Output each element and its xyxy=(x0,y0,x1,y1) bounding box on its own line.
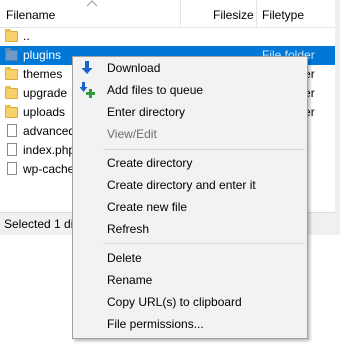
menu-item-delete[interactable]: Delete xyxy=(73,247,307,269)
menu-item-label: File permissions... xyxy=(107,317,204,331)
menu-item-create-new-file[interactable]: Create new file xyxy=(73,196,307,218)
column-header: Filename Filesize Filetype xyxy=(0,0,335,28)
folder-icon xyxy=(5,48,19,62)
menu-item-label: Download xyxy=(107,61,161,75)
menu-item-label: Refresh xyxy=(107,222,150,236)
menu-item-label: Enter directory xyxy=(107,105,186,119)
column-filetype[interactable]: Filetype xyxy=(262,0,304,27)
remote-file-pane: Filename Filesize Filetype .. plugins Fi… xyxy=(0,0,340,346)
download-arrow-icon xyxy=(81,61,93,74)
menu-item-label: Create new file xyxy=(107,200,188,214)
file-name: index.php xyxy=(23,143,76,157)
column-divider[interactable] xyxy=(256,0,257,27)
file-name: upgrade xyxy=(23,86,68,100)
column-divider[interactable] xyxy=(180,0,181,27)
menu-item-label: Delete xyxy=(107,251,142,265)
folder-icon xyxy=(5,105,19,119)
menu-item-label: Add files to queue xyxy=(107,83,204,97)
column-filesize[interactable]: Filesize xyxy=(213,0,254,27)
file-icon xyxy=(5,162,19,176)
menu-item-refresh[interactable]: Refresh xyxy=(73,218,307,240)
menu-separator xyxy=(103,243,305,244)
file-name: plugins xyxy=(23,48,62,62)
menu-item-rename[interactable]: Rename xyxy=(73,269,307,291)
sort-ascending-icon xyxy=(86,0,98,7)
file-icon xyxy=(5,143,19,157)
menu-item-add-to-queue[interactable]: Add files to queue xyxy=(73,79,307,101)
file-icon xyxy=(5,124,19,138)
file-name: themes xyxy=(23,67,63,81)
menu-item-label: Rename xyxy=(107,273,153,287)
menu-item-enter-directory[interactable]: Enter directory xyxy=(73,101,307,123)
folder-icon xyxy=(5,86,19,100)
context-menu: Download Add files to queue Enter direct… xyxy=(72,56,308,339)
menu-item-download[interactable]: Download xyxy=(73,57,307,79)
menu-item-label: Create directory and enter it xyxy=(107,178,256,192)
menu-item-file-permissions[interactable]: File permissions... xyxy=(73,313,307,335)
menu-item-create-directory[interactable]: Create directory xyxy=(73,152,307,174)
file-name: uploads xyxy=(23,105,66,119)
add-to-queue-icon xyxy=(79,82,95,98)
menu-item-label: View/Edit xyxy=(107,127,157,141)
file-row-parent[interactable]: .. xyxy=(0,27,335,46)
menu-item-label: Copy URL(s) to clipboard xyxy=(107,295,242,309)
vertical-scrollbar[interactable] xyxy=(335,0,340,235)
menu-item-label: Create directory xyxy=(107,156,193,170)
menu-separator xyxy=(103,149,305,150)
column-filename[interactable]: Filename xyxy=(6,0,55,27)
menu-item-view-edit: View/Edit xyxy=(73,123,307,145)
file-name: .. xyxy=(23,29,30,43)
folder-icon xyxy=(5,29,19,43)
menu-item-copy-url[interactable]: Copy URL(s) to clipboard xyxy=(73,291,307,313)
folder-icon xyxy=(5,67,19,81)
menu-item-create-directory-and-enter[interactable]: Create directory and enter it xyxy=(73,174,307,196)
